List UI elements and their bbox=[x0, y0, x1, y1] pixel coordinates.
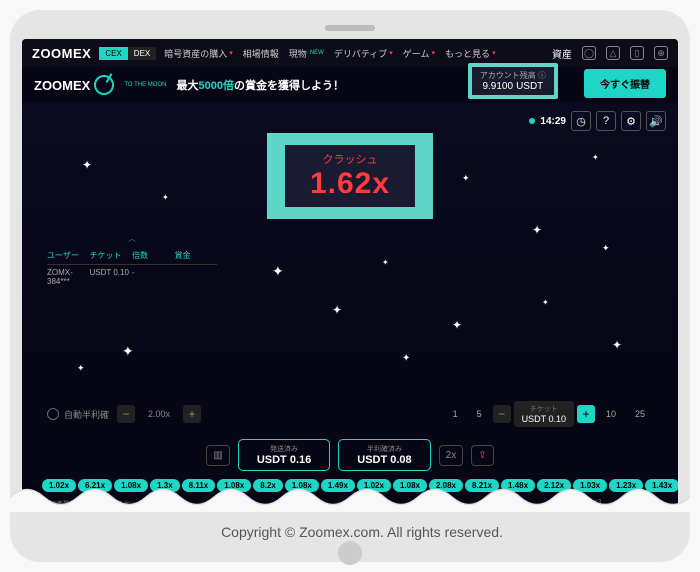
top-navbar: ZOOMEX CEX DEX 暗号資産の購入▾ 相場情報 現物NEW デリバティ… bbox=[22, 39, 678, 67]
balance-amount: 9.9100 bbox=[482, 81, 513, 92]
chart-icon[interactable]: ▥ bbox=[206, 445, 229, 466]
balance-highlight: アカウント残高 ⓘ 9.9100USDT bbox=[468, 63, 558, 99]
history-button[interactable]: ◷ bbox=[571, 111, 591, 131]
crash-multiplier: 1.62x bbox=[310, 167, 390, 201]
bet-controls-row2: ▥ 発送済み USDT 0.16 半利確済み USDT 0.08 2x ⇪ bbox=[22, 435, 678, 475]
multiplier-control: − 2.00x + bbox=[117, 405, 201, 423]
crash-label: クラッシュ bbox=[310, 151, 390, 167]
toggle-cex[interactable]: CEX bbox=[99, 47, 127, 60]
balance-unit: USDT bbox=[516, 81, 543, 92]
mobile-icon[interactable]: ▯ bbox=[630, 46, 644, 60]
bet-button-1[interactable]: 発送済み USDT 0.16 bbox=[238, 439, 330, 471]
device-camera bbox=[325, 25, 375, 31]
promo-banner: ZOOMEX TO THE MOON 最大5000倍の賞金を獲得しよう！ アカウ… bbox=[22, 67, 678, 103]
auto-cashout[interactable]: 自動半利確 bbox=[47, 408, 109, 421]
ticket-minus-button[interactable]: − bbox=[493, 405, 511, 423]
quick-amounts: 1 5 − チケット USDT 0.10 + 10 25 bbox=[445, 401, 653, 427]
logo-subtitle: TO THE MOON bbox=[124, 82, 166, 88]
brand-logo: ZOOMEX bbox=[32, 46, 91, 61]
rocket-icon bbox=[94, 75, 114, 95]
game-timer: 14:29 bbox=[540, 116, 566, 127]
help-button[interactable]: ? bbox=[596, 111, 616, 131]
amt-1[interactable]: 1 bbox=[445, 405, 466, 423]
nav-deriv[interactable]: デリバティブ▾ bbox=[334, 47, 393, 60]
toggle-dex[interactable]: DEX bbox=[128, 47, 156, 60]
settings-button[interactable]: ⚙ bbox=[621, 111, 641, 131]
ticket-plus-button[interactable]: + bbox=[577, 405, 595, 423]
app-screen: ZOOMEX CEX DEX 暗号資産の購入▾ 相場情報 現物NEW デリバティ… bbox=[22, 39, 678, 509]
crash-highlight: クラッシュ 1.62x bbox=[267, 133, 433, 219]
game-topbar: 14:29 ◷ ? ⚙ 🔊 bbox=[529, 111, 666, 131]
x2-button[interactable]: 2x bbox=[439, 445, 464, 466]
share-icon[interactable]: ⇪ bbox=[471, 445, 493, 466]
account-balance-box: アカウント残高 ⓘ 9.9100USDT bbox=[472, 67, 554, 95]
balance-label: アカウント残高 ⓘ bbox=[480, 70, 546, 81]
mult-minus-button[interactable]: − bbox=[117, 405, 135, 423]
copyright-text: Copyright © Zoomex.com. All rights reser… bbox=[22, 524, 700, 540]
ticket-box: チケット USDT 0.10 bbox=[514, 401, 574, 427]
amt-5[interactable]: 5 bbox=[469, 405, 490, 423]
nav-buy[interactable]: 暗号資産の購入▾ bbox=[164, 47, 233, 60]
status-dot-icon bbox=[529, 118, 535, 124]
radio-icon[interactable] bbox=[47, 408, 59, 420]
amt-10[interactable]: 10 bbox=[598, 405, 624, 423]
mult-plus-button[interactable]: + bbox=[183, 405, 201, 423]
banner-text: 最大5000倍の賞金を獲得しよう！ bbox=[176, 77, 343, 93]
mult-value: 2.00x bbox=[138, 405, 180, 423]
bet-controls-row1: 自動半利確 − 2.00x + 1 5 − チケット USDT 0.10 + 1 bbox=[22, 393, 678, 435]
globe-icon[interactable]: ⊕ bbox=[654, 46, 668, 60]
bell-icon[interactable]: △ bbox=[606, 46, 620, 60]
nav-market[interactable]: 相場情報 bbox=[243, 47, 279, 60]
leaderboard-collapse-icon[interactable]: ︿ bbox=[47, 233, 217, 244]
nav-menu: 暗号資産の購入▾ 相場情報 現物NEW デリバティブ▾ ゲーム▾ もっと見る▾ bbox=[164, 47, 495, 60]
nav-assets[interactable]: 資産 bbox=[552, 46, 572, 61]
game-canvas: ✦ ✦ ✦ ✦ ✦ ✦ ✦ ✦ ✦ ✦ ✦ ✦ ✦ ✦ ✦ 14:29 ◷ ? … bbox=[22, 103, 678, 393]
deposit-button[interactable]: 今すぐ振替 bbox=[584, 69, 666, 98]
decorative-wave bbox=[10, 482, 690, 512]
user-icon[interactable]: ◯ bbox=[582, 46, 596, 60]
ticket-control: − チケット USDT 0.10 + bbox=[493, 401, 595, 427]
amt-25[interactable]: 25 bbox=[627, 405, 653, 423]
leaderboard-row: ZOMX-384*** USDT 0.10 - bbox=[47, 265, 217, 289]
game-logo: ZOOMEX bbox=[34, 75, 114, 95]
sound-button[interactable]: 🔊 bbox=[646, 111, 666, 131]
device-home-button[interactable] bbox=[338, 541, 362, 565]
crash-display: クラッシュ 1.62x bbox=[285, 145, 415, 207]
nav-spot[interactable]: 現物NEW bbox=[289, 47, 324, 60]
bet-button-2[interactable]: 半利確済み USDT 0.08 bbox=[338, 439, 430, 471]
nav-more[interactable]: もっと見る▾ bbox=[445, 47, 496, 60]
leaderboard: ︿ ユーザー チケット 倍数 賞金 ZOMX-384*** USDT 0.10 … bbox=[47, 233, 217, 289]
topbar-right: 資産 ◯ △ ▯ ⊕ bbox=[552, 46, 668, 61]
cex-dex-toggle[interactable]: CEX DEX bbox=[99, 47, 156, 60]
nav-game[interactable]: ゲーム▾ bbox=[403, 47, 435, 60]
device-frame: ZOOMEX CEX DEX 暗号資産の購入▾ 相場情報 現物NEW デリバティ… bbox=[10, 10, 690, 562]
leaderboard-header: ユーザー チケット 倍数 賞金 bbox=[47, 247, 217, 265]
